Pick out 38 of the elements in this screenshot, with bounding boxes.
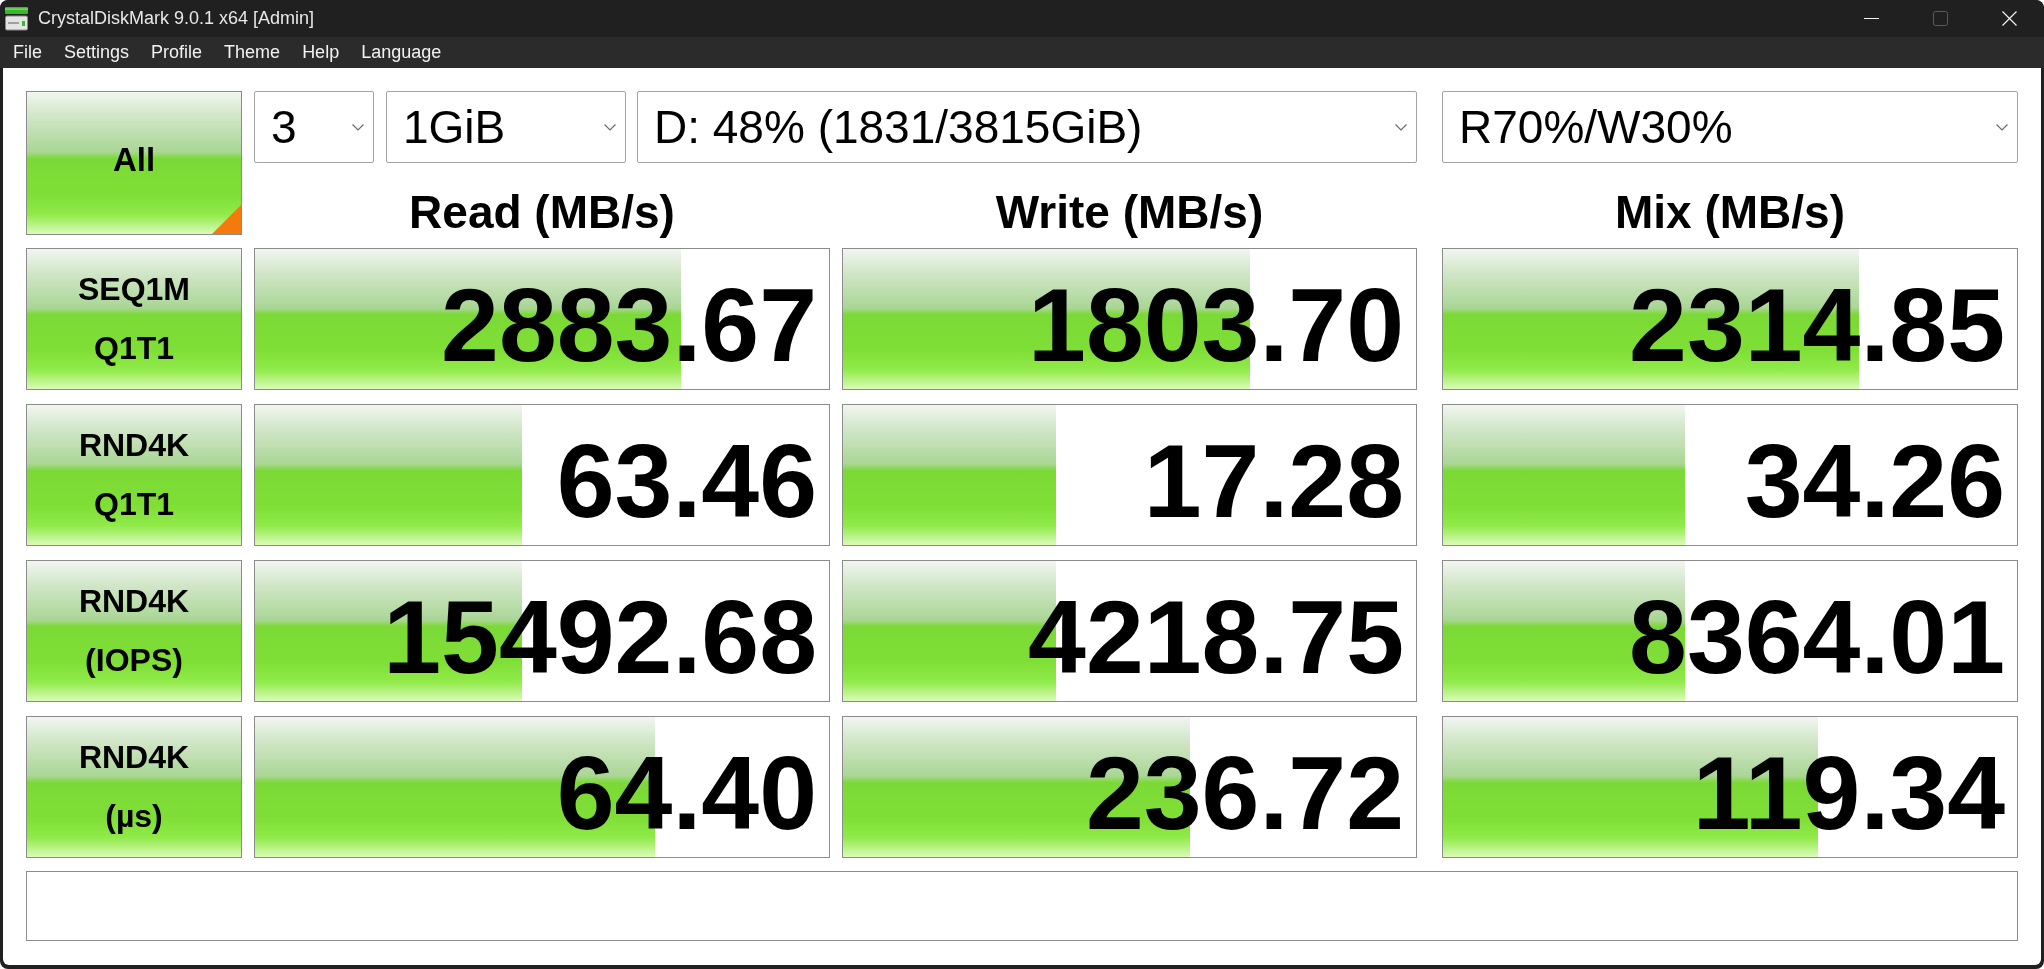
- result-value: 17.28: [1143, 429, 1404, 533]
- chevron-down-icon: [352, 123, 364, 131]
- column-heading: Write (MB/s): [995, 187, 1264, 238]
- test-button[interactable]: RND4K Q1T1: [26, 404, 242, 546]
- window-title: CrystalDiskMark 9.0.1 x64 [Admin]: [38, 8, 315, 29]
- drive-icon: [4, 6, 29, 31]
- result-value: 15492.68: [383, 585, 817, 689]
- column-heading: Mix (MB/s): [1615, 187, 1845, 238]
- result-value: 8364.01: [1629, 585, 2005, 689]
- menu-item[interactable]: Language: [350, 39, 453, 66]
- comment-field[interactable]: [26, 871, 2018, 941]
- column-heading: Read (MB/s): [409, 187, 675, 238]
- result-value: 236.72: [1085, 741, 1404, 845]
- drive-dropdown[interactable]: D: 48% (1831/3815GiB): [637, 91, 1417, 163]
- result-value: 4218.75: [1028, 585, 1404, 689]
- run-all-button[interactable]: All: [26, 91, 242, 235]
- test-count-dropdown[interactable]: 3: [254, 91, 374, 163]
- menu-item[interactable]: Settings: [53, 39, 141, 66]
- chevron-down-icon: [1395, 123, 1407, 131]
- chevron-down-icon: [1996, 123, 2008, 131]
- menu-item[interactable]: Help: [291, 39, 351, 66]
- menu-item[interactable]: File: [2, 39, 53, 66]
- close-icon: [2002, 11, 2017, 26]
- result-value: 64.40: [556, 741, 817, 845]
- mix-ratio-dropdown[interactable]: R70%/W30%: [1442, 91, 2018, 163]
- minimize-icon: [1864, 18, 1879, 19]
- menu-item[interactable]: Profile: [140, 39, 214, 66]
- corner-mark-icon: [212, 205, 241, 234]
- chevron-down-icon: [604, 123, 616, 131]
- result-value: 119.34: [1692, 741, 2005, 845]
- test-button[interactable]: RND4K (IOPS): [26, 560, 242, 702]
- result-value: 63.46: [556, 429, 817, 533]
- test-size-dropdown[interactable]: 1GiB: [386, 91, 626, 163]
- menu-item[interactable]: Theme: [213, 39, 292, 66]
- test-button[interactable]: SEQ1M Q1T1: [26, 248, 242, 390]
- result-value: 34.26: [1744, 429, 2005, 533]
- maximize-icon: [1933, 11, 1948, 26]
- test-button[interactable]: RND4K (µs): [26, 716, 242, 858]
